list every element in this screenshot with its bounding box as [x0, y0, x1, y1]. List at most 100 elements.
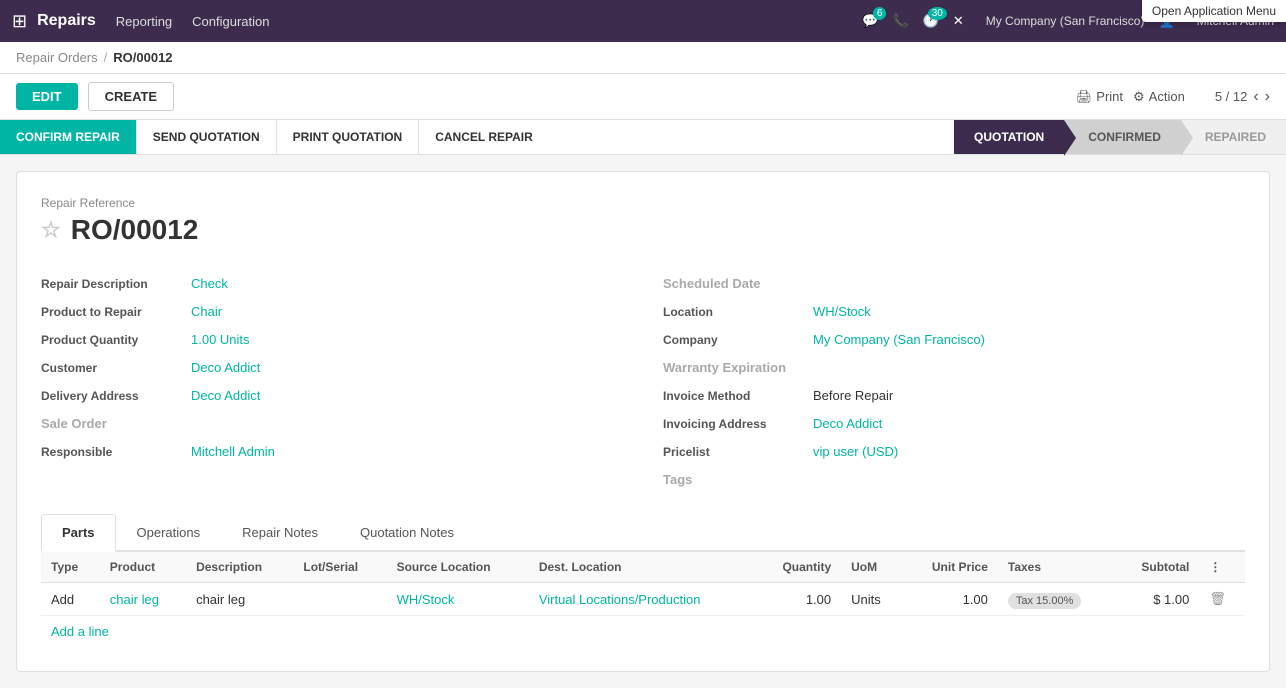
company-name: My Company (San Francisco): [986, 14, 1145, 28]
breadcrumb-current: RO/00012: [113, 50, 172, 65]
label-repair-description: Repair Description: [41, 277, 191, 291]
label-invoice-method: Invoice Method: [663, 389, 813, 403]
value-delivery-address[interactable]: Deco Addict: [191, 388, 260, 403]
nav-configuration[interactable]: Configuration: [192, 14, 269, 29]
value-location[interactable]: WH/Stock: [813, 304, 871, 319]
close-icon[interactable]: ✕: [953, 13, 964, 29]
value-company[interactable]: My Company (San Francisco): [813, 332, 985, 347]
status-confirmed-label: CONFIRMED: [1088, 130, 1161, 144]
edit-button[interactable]: EDIT: [16, 83, 78, 110]
action-bar: CONFIRM REPAIR SEND QUOTATION PRINT QUOT…: [0, 120, 1286, 155]
col-product: Product: [100, 552, 186, 583]
phone-icon[interactable]: 📞: [892, 13, 908, 29]
label-location: Location: [663, 305, 813, 319]
nav-reporting[interactable]: Reporting: [116, 14, 172, 29]
add-line-button[interactable]: Add a line: [41, 616, 119, 647]
cell-description: chair leg: [186, 583, 293, 616]
cell-unit-price: 1.00: [903, 583, 998, 616]
tab-quotation-notes[interactable]: Quotation Notes: [339, 514, 475, 552]
breadcrumb-separator: /: [104, 50, 108, 65]
cell-delete[interactable]: 🗑: [1199, 583, 1245, 616]
status-quotation[interactable]: QUOTATION: [954, 120, 1064, 154]
value-pricelist[interactable]: vip user (USD): [813, 444, 898, 459]
field-warranty-expiration: Warranty Expiration: [663, 354, 1245, 382]
tabs: Parts Operations Repair Notes Quotation …: [41, 514, 1245, 552]
print-action[interactable]: 🖨 Print: [1076, 89, 1123, 105]
tab-parts[interactable]: Parts: [41, 514, 116, 552]
cell-uom: Units: [841, 583, 903, 616]
field-pricelist: Pricelist vip user (USD): [663, 438, 1245, 466]
label-invoicing-address: Invoicing Address: [663, 417, 813, 431]
parts-table: Type Product Description Lot/Serial Sour…: [41, 552, 1245, 616]
col-uom: UoM: [841, 552, 903, 583]
status-confirmed[interactable]: CONFIRMED: [1064, 120, 1181, 154]
label-customer: Customer: [41, 361, 191, 375]
main-content: Repair Reference ☆ RO/00012 Repair Descr…: [0, 155, 1286, 688]
cell-type: Add: [41, 583, 100, 616]
activity-icon-badge[interactable]: 🕐 30: [923, 13, 939, 29]
print-quotation-button[interactable]: PRINT QUOTATION: [276, 120, 419, 154]
top-navigation: ⊞ Repairs Reporting Configuration 💬 6 📞 …: [0, 0, 1286, 42]
field-product-to-repair: Product to Repair Chair: [41, 298, 623, 326]
value-repair-description[interactable]: Check: [191, 276, 228, 291]
send-quotation-button[interactable]: SEND QUOTATION: [136, 120, 276, 154]
col-description: Description: [186, 552, 293, 583]
field-scheduled-date: Scheduled Date: [663, 270, 1245, 298]
prev-page-button[interactable]: ‹: [1253, 88, 1258, 106]
form-right-column: Scheduled Date Location WH/Stock Company…: [663, 270, 1245, 494]
parts-tab-content: Type Product Description Lot/Serial Sour…: [41, 552, 1245, 647]
tab-repair-notes[interactable]: Repair Notes: [221, 514, 339, 552]
delete-icon[interactable]: 🗑: [1209, 591, 1226, 606]
label-delivery-address: Delivery Address: [41, 389, 191, 403]
cancel-repair-button[interactable]: CANCEL REPAIR: [418, 120, 549, 154]
cell-quantity: 1.00: [755, 583, 841, 616]
col-unit-price: Unit Price: [903, 552, 998, 583]
gear-icon: ⚙: [1133, 89, 1145, 105]
value-product-to-repair[interactable]: Chair: [191, 304, 222, 319]
activity-badge: 30: [928, 7, 947, 20]
field-repair-description: Repair Description Check: [41, 270, 623, 298]
label-sale-order: Sale Order: [41, 416, 191, 431]
chat-icon-badge[interactable]: 💬 6: [862, 13, 878, 29]
label-warranty-expiration: Warranty Expiration: [663, 360, 813, 375]
print-label: Print: [1096, 89, 1123, 104]
star-icon[interactable]: ☆: [41, 217, 61, 243]
value-customer[interactable]: Deco Addict: [191, 360, 260, 375]
value-invoice-method: Before Repair: [813, 388, 893, 403]
value-product-quantity[interactable]: 1.00 Units: [191, 332, 250, 347]
breadcrumb-parent[interactable]: Repair Orders: [16, 50, 98, 65]
field-location: Location WH/Stock: [663, 298, 1245, 326]
col-taxes: Taxes: [998, 552, 1115, 583]
repair-ref-title: ☆ RO/00012: [41, 214, 1245, 246]
tax-badge: Tax 15.00%: [1008, 593, 1081, 609]
field-product-quantity: Product Quantity 1.00 Units: [41, 326, 623, 354]
grid-icon[interactable]: ⊞: [12, 11, 27, 32]
create-button[interactable]: CREATE: [88, 82, 174, 111]
col-source-location: Source Location: [387, 552, 529, 583]
confirm-repair-button[interactable]: CONFIRM REPAIR: [0, 120, 136, 154]
field-invoicing-address: Invoicing Address Deco Addict: [663, 410, 1245, 438]
value-responsible[interactable]: Mitchell Admin: [191, 444, 275, 459]
cell-product[interactable]: chair leg: [100, 583, 186, 616]
form-card: Repair Reference ☆ RO/00012 Repair Descr…: [16, 171, 1270, 672]
col-type: Type: [41, 552, 100, 583]
label-company: Company: [663, 333, 813, 347]
field-delivery-address: Delivery Address Deco Addict: [41, 382, 623, 410]
col-actions: ⋮: [1199, 552, 1245, 583]
cell-dest-location[interactable]: Virtual Locations/Production: [529, 583, 756, 616]
label-product-to-repair: Product to Repair: [41, 305, 191, 319]
field-tags: Tags: [663, 466, 1245, 494]
action-dropdown[interactable]: ⚙ Action: [1133, 89, 1185, 105]
print-icon: 🖨: [1076, 89, 1093, 105]
next-page-button[interactable]: ›: [1265, 88, 1270, 106]
app-title: Repairs: [37, 12, 96, 30]
table-row: Add chair leg chair leg WH/Stock Virtual…: [41, 583, 1245, 616]
tab-operations[interactable]: Operations: [116, 514, 222, 552]
status-repaired[interactable]: REPAIRED: [1181, 120, 1286, 154]
cell-source-location[interactable]: WH/Stock: [387, 583, 529, 616]
chat-badge: 6: [873, 7, 887, 20]
repair-ref-value: RO/00012: [71, 214, 199, 246]
col-lot-serial: Lot/Serial: [293, 552, 386, 583]
value-invoicing-address[interactable]: Deco Addict: [813, 416, 882, 431]
label-product-quantity: Product Quantity: [41, 333, 191, 347]
